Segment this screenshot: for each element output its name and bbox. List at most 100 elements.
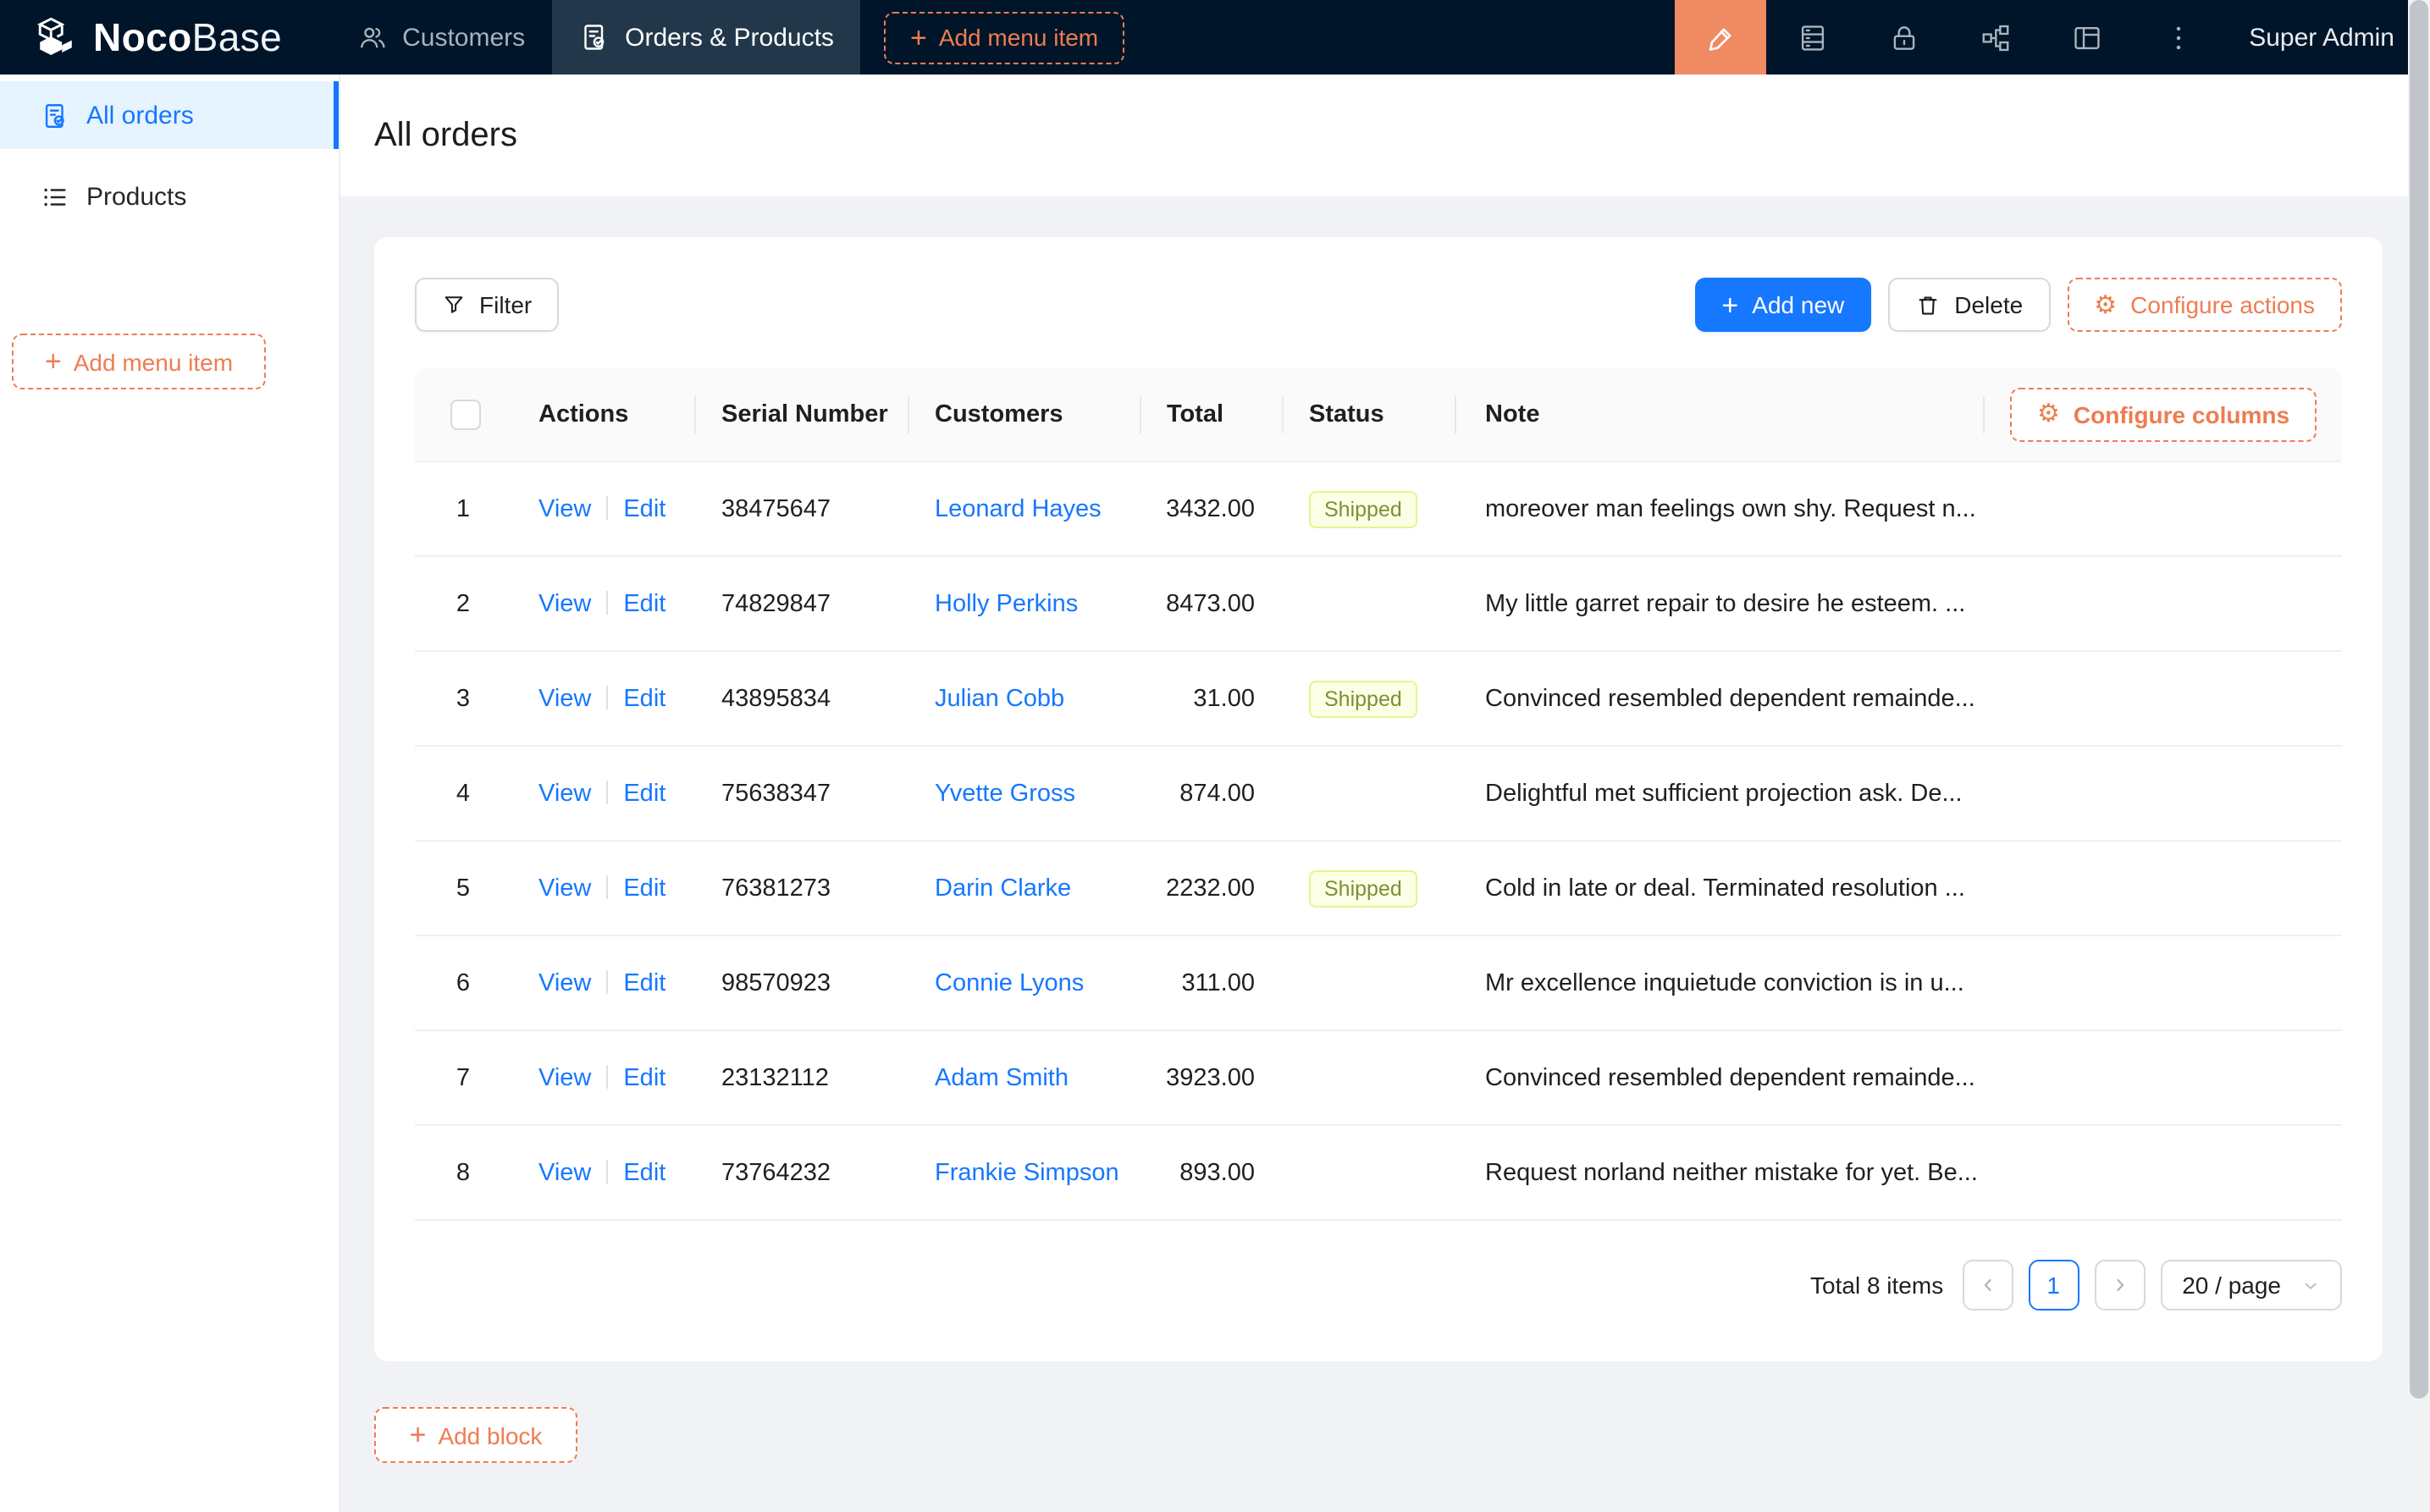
collections-icon[interactable] bbox=[1766, 0, 1858, 74]
edit-link[interactable]: Edit bbox=[623, 969, 665, 996]
edit-link[interactable]: Edit bbox=[623, 875, 665, 902]
delete-button[interactable]: Delete bbox=[1888, 278, 2050, 332]
edit-link[interactable]: Edit bbox=[623, 590, 665, 617]
tab-orders-products[interactable]: Orders & Products bbox=[552, 0, 861, 74]
table-row: 5ViewEdit76381273Darin Clarke2232.00Ship… bbox=[415, 842, 2342, 936]
row-index: 5 bbox=[415, 875, 511, 902]
page-size-select[interactable]: 20 / page bbox=[2160, 1260, 2342, 1311]
row-actions: View Edit bbox=[511, 495, 694, 522]
page-title: All orders bbox=[374, 116, 517, 155]
file-done-icon bbox=[579, 22, 610, 52]
app: NocoBase Customers bbox=[0, 0, 2430, 1512]
row-total: 3432.00 bbox=[1140, 495, 1282, 522]
plus-icon: + bbox=[45, 347, 62, 376]
row-serial-number: 43895834 bbox=[694, 685, 908, 712]
view-link[interactable]: View bbox=[538, 1159, 591, 1186]
nocobase-logo-icon bbox=[34, 15, 78, 59]
row-status-cell: Shipped bbox=[1282, 490, 1455, 527]
plugins-icon[interactable] bbox=[1949, 0, 2041, 74]
layout-icon[interactable] bbox=[2041, 0, 2132, 74]
view-link[interactable]: View bbox=[538, 780, 591, 807]
orders-table: Actions Serial Number Customers Total St… bbox=[415, 367, 2342, 1221]
tab-label: Customers bbox=[402, 23, 525, 52]
row-customer-cell: Connie Lyons bbox=[908, 969, 1140, 996]
row-note: Convinced resembled dependent remainde..… bbox=[1455, 685, 2342, 712]
customer-link[interactable]: Frankie Simpson bbox=[935, 1159, 1119, 1186]
more-ellipsis-icon[interactable] bbox=[2132, 0, 2223, 74]
lock-icon[interactable] bbox=[1858, 0, 1949, 74]
view-link[interactable]: View bbox=[538, 495, 591, 522]
configure-actions-button[interactable]: ⚙ Configure actions bbox=[2067, 278, 2342, 332]
content: Filter + Add new bbox=[339, 196, 2430, 1512]
page-number-button[interactable]: 1 bbox=[2028, 1260, 2079, 1311]
row-index: 7 bbox=[415, 1064, 511, 1091]
customer-link[interactable]: Yvette Gross bbox=[935, 780, 1075, 807]
nocobase-logo[interactable]: NocoBase bbox=[0, 14, 329, 60]
add-block-button[interactable]: + Add block bbox=[374, 1407, 577, 1463]
row-note: moreover man feelings own shy. Request n… bbox=[1455, 495, 2342, 522]
status-badge: Shipped bbox=[1309, 680, 1417, 717]
action-divider bbox=[606, 969, 608, 993]
view-link[interactable]: View bbox=[538, 590, 591, 617]
row-serial-number: 23132112 bbox=[694, 1064, 908, 1091]
previous-page-button[interactable] bbox=[1962, 1260, 2013, 1311]
sidebar-add-menu-item-button[interactable]: + Add menu item bbox=[12, 334, 266, 389]
tab-customers[interactable]: Customers bbox=[329, 0, 552, 74]
row-actions: View Edit bbox=[511, 780, 694, 807]
view-link[interactable]: View bbox=[538, 685, 591, 712]
edit-link[interactable]: Edit bbox=[623, 780, 665, 807]
status-badge: Shipped bbox=[1309, 490, 1417, 527]
ui-editor-highlighter-icon[interactable] bbox=[1675, 0, 1766, 74]
row-index: 1 bbox=[415, 495, 511, 522]
row-customer-cell: Leonard Hayes bbox=[908, 495, 1140, 522]
row-status-cell: Shipped bbox=[1282, 869, 1455, 907]
edit-link[interactable]: Edit bbox=[623, 495, 665, 522]
customer-link[interactable]: Julian Cobb bbox=[935, 685, 1064, 712]
view-link[interactable]: View bbox=[538, 1064, 591, 1091]
filter-button[interactable]: Filter bbox=[415, 278, 559, 332]
row-customer-cell: Adam Smith bbox=[908, 1064, 1140, 1091]
customer-link[interactable]: Darin Clarke bbox=[935, 875, 1071, 902]
column-header-serial-number: Serial Number bbox=[694, 367, 908, 461]
sidebar-item-products[interactable]: Products bbox=[0, 163, 339, 230]
column-header-actions: Actions bbox=[511, 367, 694, 461]
table-row: 7ViewEdit23132112Adam Smith3923.00Convin… bbox=[415, 1031, 2342, 1126]
configure-columns-button[interactable]: ⚙ Configure columns bbox=[2010, 387, 2317, 441]
sidebar-item-all-orders[interactable]: All orders bbox=[0, 81, 339, 149]
plus-icon: + bbox=[910, 23, 927, 52]
user-menu[interactable]: Super Admin bbox=[2249, 23, 2394, 52]
customer-link[interactable]: Adam Smith bbox=[935, 1064, 1069, 1091]
row-customer-cell: Holly Perkins bbox=[908, 590, 1140, 617]
row-total: 8473.00 bbox=[1140, 590, 1282, 617]
view-link[interactable]: View bbox=[538, 969, 591, 996]
action-divider bbox=[606, 495, 608, 519]
action-divider bbox=[606, 875, 608, 898]
edit-link[interactable]: Edit bbox=[623, 1064, 665, 1091]
file-done-icon bbox=[41, 101, 69, 130]
view-link[interactable]: View bbox=[538, 875, 591, 902]
row-index: 6 bbox=[415, 969, 511, 996]
customer-link[interactable]: Connie Lyons bbox=[935, 969, 1084, 996]
add-new-button[interactable]: + Add new bbox=[1694, 278, 1871, 332]
edit-link[interactable]: Edit bbox=[623, 685, 665, 712]
row-actions: View Edit bbox=[511, 1159, 694, 1186]
customer-link[interactable]: Leonard Hayes bbox=[935, 495, 1102, 522]
topbar: NocoBase Customers bbox=[0, 0, 2430, 74]
topbar-add-menu-item-button[interactable]: + Add menu item bbox=[885, 11, 1124, 63]
customer-link[interactable]: Holly Perkins bbox=[935, 590, 1078, 617]
row-customer-cell: Julian Cobb bbox=[908, 685, 1140, 712]
pagination: Total 8 items 1 20 / page bbox=[415, 1260, 2342, 1311]
row-status-cell: Shipped bbox=[1282, 680, 1455, 717]
row-actions: View Edit bbox=[511, 969, 694, 996]
scrollbar-track[interactable] bbox=[2408, 0, 2430, 1512]
select-all-checkbox[interactable] bbox=[450, 399, 481, 429]
scrollbar-thumb[interactable] bbox=[2410, 0, 2428, 1399]
chevron-down-icon bbox=[2301, 1276, 2320, 1294]
plus-icon: + bbox=[410, 1421, 427, 1449]
table-row: 3ViewEdit43895834Julian Cobb31.00Shipped… bbox=[415, 652, 2342, 747]
header-checkbox-cell bbox=[415, 367, 511, 461]
table-row: 8ViewEdit73764232Frankie Simpson893.00Re… bbox=[415, 1126, 2342, 1221]
row-note: Cold in late or deal. Terminated resolut… bbox=[1455, 875, 2342, 902]
next-page-button[interactable] bbox=[2094, 1260, 2145, 1311]
edit-link[interactable]: Edit bbox=[623, 1159, 665, 1186]
